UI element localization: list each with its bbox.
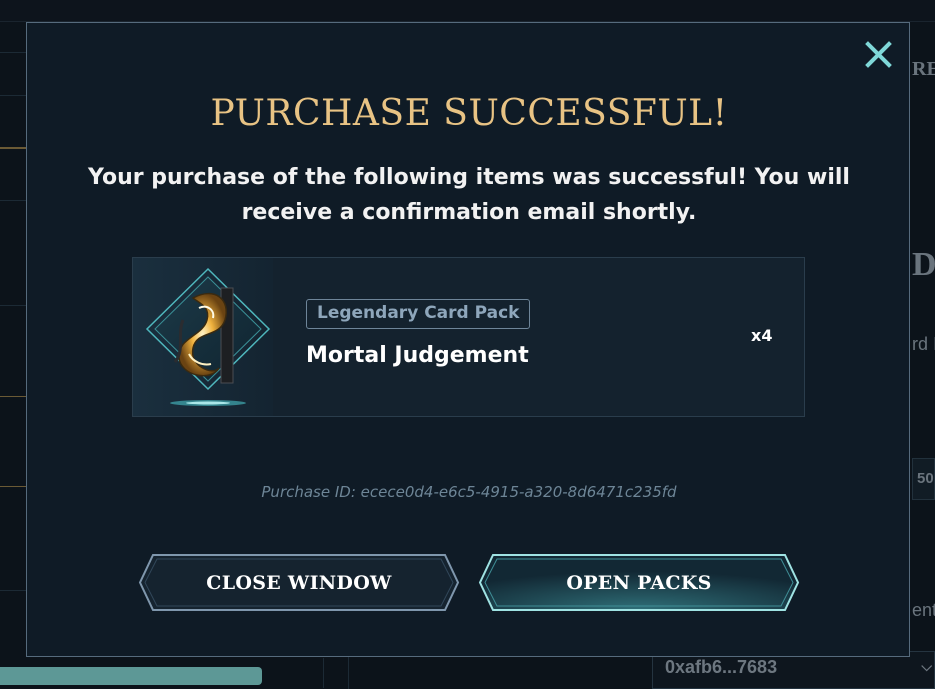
- background-divider: [0, 95, 26, 96]
- background-text-fragment: rd I: [912, 334, 935, 354]
- item-quantity: x4: [751, 326, 773, 345]
- open-packs-button[interactable]: OPEN PACKS: [478, 554, 800, 611]
- purchase-success-modal: PURCHASE SUCCESSFUL! Your purchase of th…: [26, 22, 910, 657]
- close-window-label: CLOSE WINDOW: [206, 571, 392, 594]
- item-name: Mortal Judgement: [306, 343, 529, 368]
- close-icon[interactable]: [863, 39, 895, 71]
- background-divider: [0, 305, 26, 306]
- background-progress-bar: [0, 667, 320, 687]
- background-divider: [0, 52, 26, 53]
- background-heading-fragment: RE: [912, 58, 935, 80]
- modal-title: PURCHASE SUCCESSFUL!: [210, 93, 728, 134]
- background-divider: [0, 200, 26, 201]
- background-divider: [348, 657, 349, 689]
- background-number-box: 50: [912, 458, 935, 500]
- card-pack-image: [133, 258, 273, 416]
- purchase-id: Purchase ID: ecece0d4-e6c5-4915-a320-8d6…: [261, 483, 677, 501]
- background-gold-line: [0, 147, 26, 149]
- close-window-button[interactable]: CLOSE WINDOW: [138, 554, 460, 611]
- modal-message: Your purchase of the following items was…: [88, 165, 850, 225]
- item-type-badge: Legendary Card Pack: [306, 299, 531, 329]
- background-progress-fill: [0, 667, 262, 685]
- background-arrow: [300, 658, 324, 688]
- background-divider: [0, 590, 26, 591]
- background-text-fragment: ent: [912, 600, 935, 620]
- background-gold-line: [0, 396, 26, 397]
- background-left-column: [0, 22, 26, 662]
- background-top-bar: [0, 0, 935, 22]
- background-gold-line: [0, 486, 26, 487]
- purchased-item-card: Legendary Card Pack Mortal Judgement x4: [132, 257, 805, 417]
- wallet-address-text: 0xafb6...7683: [665, 657, 778, 677]
- background-heading-fragment: D I: [912, 246, 935, 283]
- chevron-down-icon: ⌵: [921, 658, 932, 674]
- open-packs-label: OPEN PACKS: [566, 571, 712, 594]
